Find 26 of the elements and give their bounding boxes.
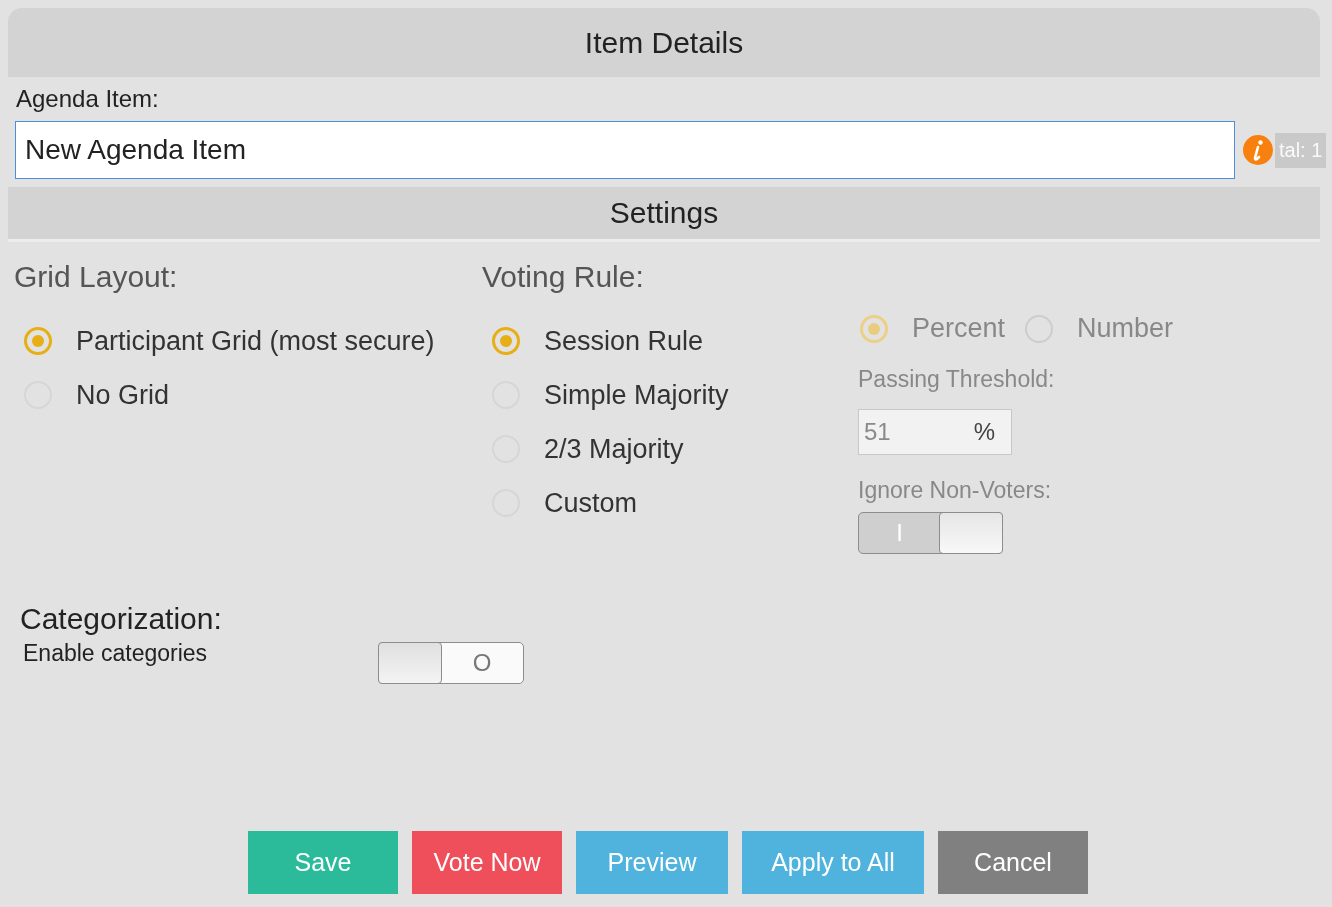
- radio-label[interactable]: Session Rule: [544, 325, 704, 357]
- agenda-item-field[interactable]: New Agenda Item: [15, 121, 1235, 179]
- apply-button[interactable]: Apply to All: [742, 831, 924, 894]
- voting-rule-label: Voting Rule:: [482, 260, 645, 295]
- dialog-title: Item Details: [584, 25, 744, 60]
- toggle-glyph: O: [471, 648, 493, 678]
- radio-label[interactable]: No Grid: [76, 379, 170, 411]
- radio-button[interactable]: [492, 327, 520, 355]
- radio-label[interactable]: Custom: [544, 487, 638, 519]
- save-button[interactable]: Save: [248, 831, 398, 894]
- radio-label[interactable]: Simple Majority: [544, 379, 729, 411]
- radio-label[interactable]: 2/3 Majority: [544, 433, 684, 465]
- preview-button[interactable]: Preview: [576, 831, 728, 894]
- settings-title: Settings: [609, 196, 719, 230]
- grid-layout-label: Grid Layout:: [14, 260, 179, 295]
- toggle-switch[interactable]: O: [378, 642, 524, 684]
- ignore-non-voters-label: Ignore Non-Voters:: [858, 477, 1053, 504]
- passing-threshold-label: Passing Threshold:: [858, 366, 1056, 393]
- agenda-item-label: Agenda Item:: [16, 85, 160, 113]
- vote-button[interactable]: Vote Now: [412, 831, 562, 894]
- enable-categories-label: Enable categories: [23, 640, 209, 667]
- categorization-label: Categorization:: [20, 602, 223, 636]
- radio-label[interactable]: Participant Grid (most secure): [76, 325, 435, 357]
- info-icon[interactable]: [1243, 135, 1273, 165]
- cancel-button[interactable]: Cancel: [938, 831, 1088, 894]
- radio-button[interactable]: [24, 327, 52, 355]
